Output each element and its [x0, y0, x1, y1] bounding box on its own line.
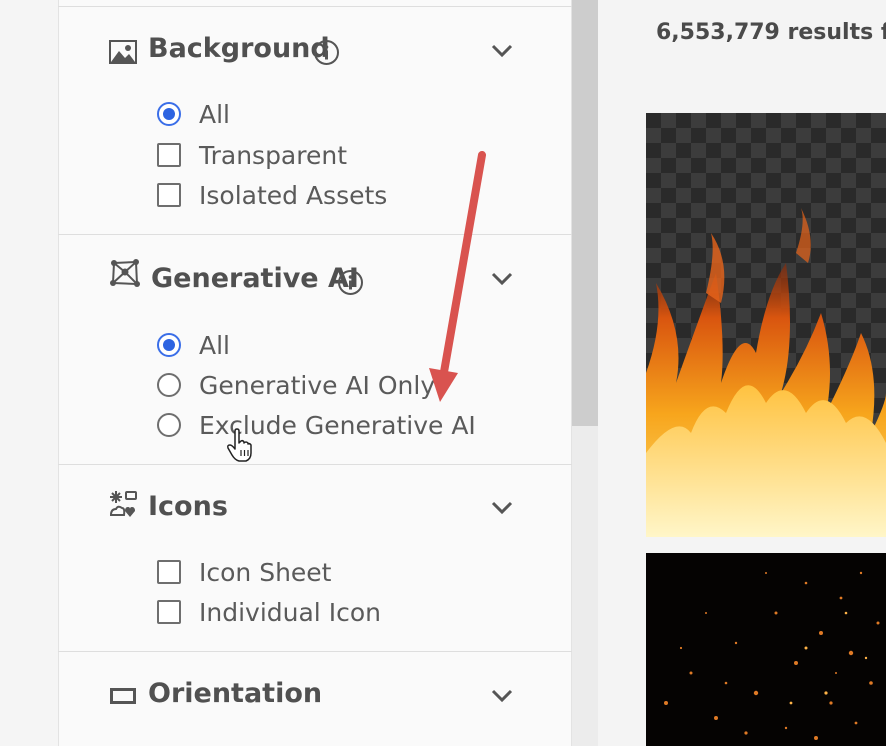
option-label: Transparent [199, 140, 348, 170]
icons-option-individual-icon[interactable]: Individual Icon [157, 597, 381, 627]
checkbox[interactable] [157, 143, 181, 167]
icons-option-icon-sheet[interactable]: Icon Sheet [157, 557, 332, 587]
checkbox[interactable] [157, 600, 181, 624]
image-icon [109, 40, 137, 64]
results-count: 6,553,779 results for [656, 20, 886, 45]
section-divider [58, 234, 572, 235]
background-option-transparent[interactable]: Transparent [157, 140, 348, 170]
background-option-all[interactable]: All [157, 99, 230, 129]
option-label: Individual Icon [199, 597, 381, 627]
icons-title: Icons [148, 491, 228, 522]
generative-ai-option-only[interactable]: Generative AI Only [157, 370, 436, 400]
chevron-down-icon[interactable] [490, 688, 514, 704]
generative-ai-title: Generative AI [151, 263, 359, 294]
option-label: Exclude Generative AI [199, 410, 476, 440]
option-label: All [199, 330, 230, 360]
radio-button[interactable] [157, 373, 181, 397]
left-gutter [0, 0, 58, 746]
chevron-down-icon[interactable] [490, 43, 514, 59]
result-thumbnail-sparks[interactable] [646, 553, 886, 746]
rectangle-icon [110, 688, 136, 704]
scrollbar-thumb[interactable] [572, 0, 598, 426]
background-title: Background [148, 33, 330, 64]
option-label: Isolated Assets [199, 180, 388, 210]
icon-set-icon [109, 491, 137, 517]
option-label: All [199, 99, 230, 129]
radio-button[interactable] [157, 333, 181, 357]
orientation-title: Orientation [148, 678, 323, 709]
fire-image [646, 208, 886, 537]
chevron-down-icon[interactable] [490, 271, 514, 287]
section-divider [58, 464, 572, 465]
checkbox[interactable] [157, 560, 181, 584]
radio-button[interactable] [157, 102, 181, 126]
generative-ai-option-all[interactable]: All [157, 330, 230, 360]
checkbox[interactable] [157, 183, 181, 207]
sparks-image [664, 571, 880, 740]
section-divider [58, 6, 572, 7]
network-icon [110, 259, 140, 287]
chevron-down-icon[interactable] [490, 500, 514, 516]
radio-button[interactable] [157, 413, 181, 437]
section-divider [58, 651, 572, 652]
option-label: Icon Sheet [199, 557, 332, 587]
generative-ai-option-exclude[interactable]: Exclude Generative AI [157, 410, 476, 440]
info-icon[interactable] [337, 269, 364, 296]
result-thumbnail-fire[interactable] [646, 113, 886, 537]
option-label: Generative AI Only [199, 370, 436, 400]
info-icon[interactable] [313, 39, 340, 66]
background-option-isolated-assets[interactable]: Isolated Assets [157, 180, 388, 210]
